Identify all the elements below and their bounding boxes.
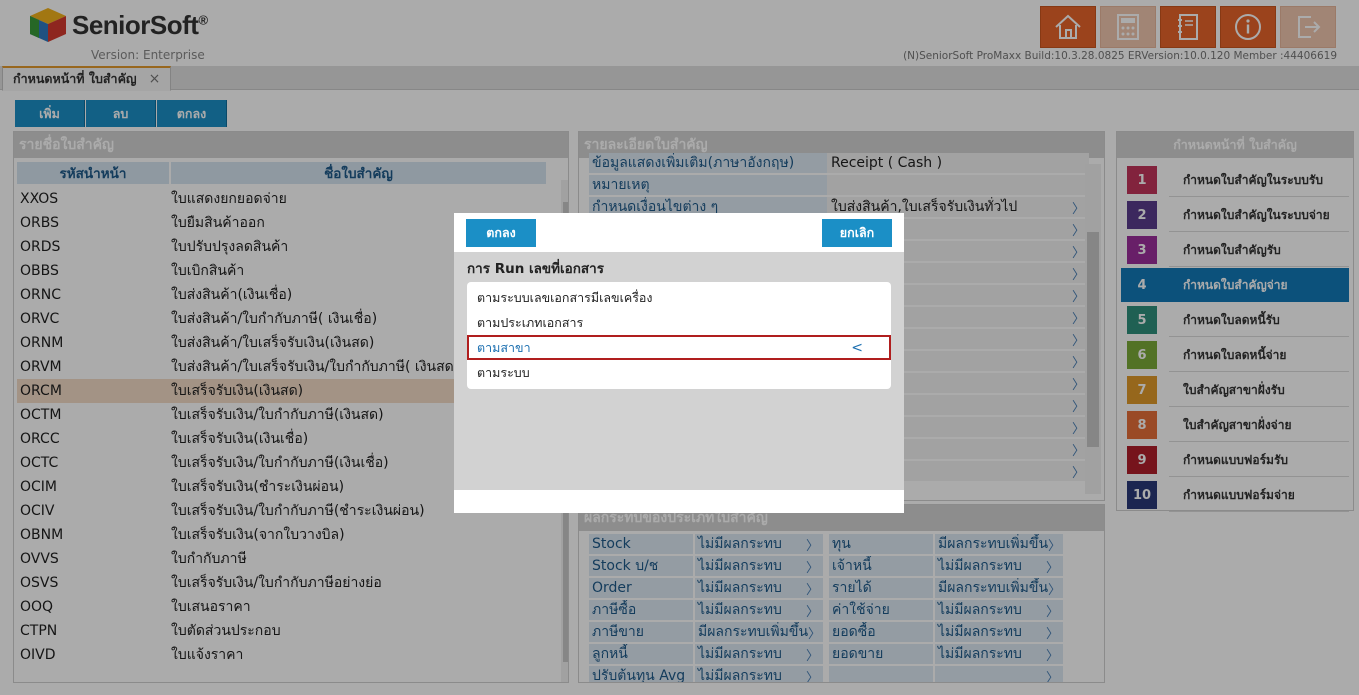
run-option[interactable]: ตามสาขา < <box>467 335 891 360</box>
dialog-title: การ Run เลขที่เอกสาร <box>467 261 605 277</box>
run-option[interactable]: ตามระบบเลขเอกสารมีเลขเครื่อง <box>467 285 891 310</box>
run-option-list: ตามระบบเลขเอกสารมีเลขเครื่องตามประเภทเอก… <box>467 282 891 389</box>
run-option[interactable]: ตามระบบ <box>467 360 891 385</box>
run-option-label: ตามระบบเลขเอกสารมีเลขเครื่อง <box>477 289 653 305</box>
run-option-label: ตามสาขา <box>477 339 531 355</box>
run-option-label: ตามประเภทเอกสาร <box>477 314 584 330</box>
chevron-left-icon: < <box>851 339 863 356</box>
dialog-body: การ Run เลขที่เอกสาร ตามระบบเลขเอกสารมีเ… <box>454 252 904 490</box>
run-number-dialog: ตกลง ยกเลิก การ Run เลขที่เอกสาร ตามระบบ… <box>454 213 904 513</box>
dialog-cancel-button[interactable]: ยกเลิก <box>822 219 892 247</box>
run-option-label: ตามระบบ <box>477 364 530 380</box>
dialog-ok-button[interactable]: ตกลง <box>466 219 536 247</box>
run-option[interactable]: ตามประเภทเอกสาร <box>467 310 891 335</box>
